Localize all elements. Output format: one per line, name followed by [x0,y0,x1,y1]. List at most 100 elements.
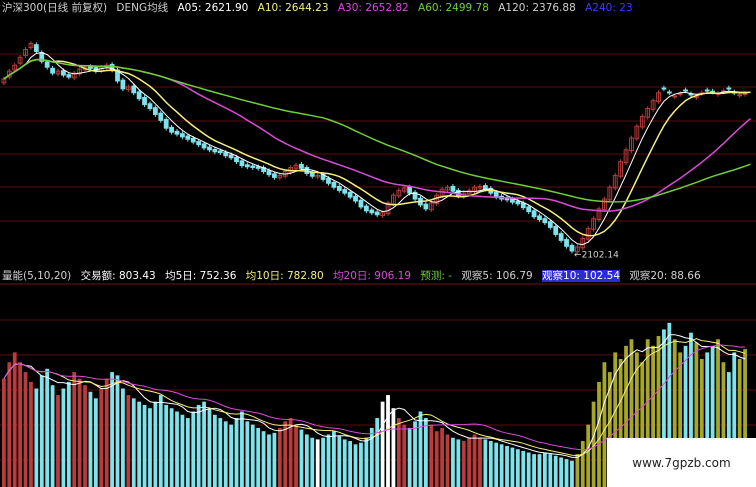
volume-bar [483,439,488,487]
volume-bar [570,460,574,487]
volume-bar [342,439,347,487]
volume-bar [115,375,120,487]
volume-bar [391,408,396,487]
candle-body [564,239,569,247]
site-watermark: www.7gpzb.com [607,438,756,487]
volume-bar [321,437,325,487]
volume-bar [23,372,28,487]
volume-bar [532,454,536,487]
volume-bar [445,434,450,487]
volume-bar [223,421,228,487]
candle-body [558,233,564,241]
volume-bar [559,457,564,487]
volume-bar [12,352,17,487]
obs20-value: 观察20: 88.66 [629,270,701,282]
volume-bar [315,439,320,487]
candle-body [704,89,710,92]
volume-bar [212,414,217,487]
candle-body [185,135,191,140]
volume-bar [337,436,342,487]
candle-body [250,165,256,169]
volume-bar [240,411,244,487]
volume-bar [191,411,196,487]
candle-body [683,89,688,92]
volume-bar [375,418,380,487]
volume-bar [72,372,77,487]
volume-bar [131,398,136,487]
volume-bar [66,381,71,487]
volume-bar [185,418,190,487]
candle-body [374,211,380,216]
candle-body [515,200,521,205]
candle-body [196,141,202,146]
candle-body [423,203,429,210]
candle-body [163,119,169,129]
volume-bar [602,362,607,487]
candle-body [234,156,239,163]
volume-bar [310,437,315,487]
volume-bar [256,427,261,487]
candle-body [158,112,164,121]
volume-bar [515,449,520,487]
volume-bar [250,424,255,487]
volume-bar [353,444,358,487]
volume-bar [169,408,174,487]
volume-bar [272,432,277,487]
volume-bar [158,395,163,487]
volume-bar [137,401,142,487]
volume-bar [580,441,585,487]
candle-body [482,185,488,190]
volume-bar [380,401,385,487]
volume-bar [597,381,601,487]
candle-body [342,189,348,194]
volume-bar [418,411,423,487]
candle-body [737,94,743,97]
volume-bar [451,437,455,487]
indicator-name: DENG均线 [116,2,169,14]
volume-bar [142,404,147,487]
volume-bar [88,391,93,487]
volume-bar [288,418,293,487]
volume-bar [440,427,445,487]
volume-bar [386,395,390,487]
volume-bar [461,441,466,487]
candle-body [244,164,250,168]
candle-body [61,70,66,76]
candle-body [147,103,153,110]
volume-bar [359,442,363,487]
candle-body [353,195,358,202]
volume-bar [29,381,33,487]
candle-body [542,218,548,224]
avg20-value: 均20日: 906.19 [333,270,412,282]
volume-bar [575,454,580,487]
candle-body [336,185,342,191]
volume-bar [304,434,309,487]
volume-bar [494,442,499,487]
candle-body [450,185,456,192]
candle-body [407,186,413,194]
candle-body [120,79,126,90]
volume-bar [175,411,179,487]
ma05-value: A05: 2621.90 [177,2,249,14]
volume-bar [526,452,531,487]
candle-body [537,215,542,220]
volume-bar [564,459,569,487]
candle-body [152,107,158,115]
volume-bar [510,447,515,487]
volume-bar [456,439,461,487]
candle-body [358,199,364,208]
volume-avg20-line [3,344,746,451]
volume-bar [505,445,509,487]
volume-bar [402,424,407,487]
volume-bar [499,444,504,487]
volume-bar [245,421,250,487]
volume-bar [121,388,125,487]
candle-body [510,198,515,203]
obs5-value: 观察5: 106.79 [461,270,533,282]
volume-bar [93,398,98,487]
candle-body [493,191,499,198]
candle-body [142,96,147,106]
volume-bar [77,378,82,487]
volume-bar [45,368,50,487]
candle-body [710,90,716,93]
